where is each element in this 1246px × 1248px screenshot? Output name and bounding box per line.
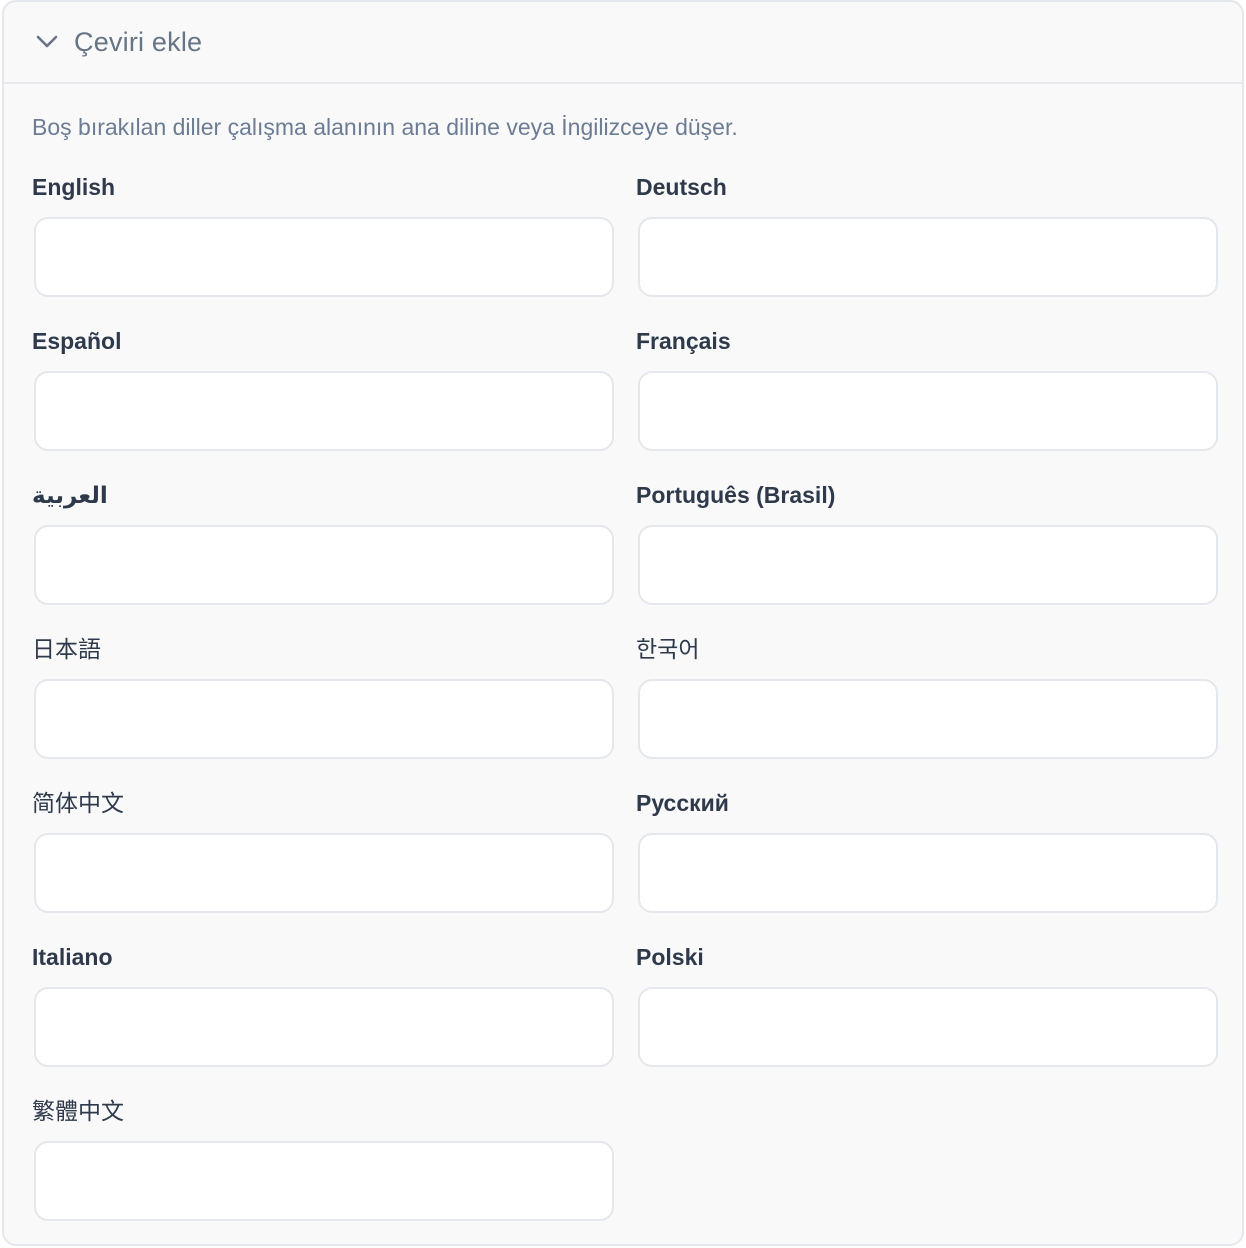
field-label-deutsch: Deutsch: [636, 174, 727, 200]
field-russian: Русский: [636, 773, 1218, 927]
deutsch-input[interactable]: [638, 217, 1218, 297]
chevron-down-icon[interactable]: [34, 29, 60, 55]
field-simplified-chinese: 简体中文: [32, 773, 614, 927]
field-label-korean: 한국어: [636, 636, 700, 662]
translations-panel: Çeviri ekle Boş bırakılan diller çalışma…: [2, 0, 1244, 1246]
field-label-traditional-chinese: 繁體中文: [32, 1098, 124, 1124]
field-portuguese-brazil: Português (Brasil): [636, 465, 1218, 619]
english-input[interactable]: [34, 217, 614, 297]
korean-input[interactable]: [638, 679, 1218, 759]
simplified-chinese-input[interactable]: [34, 833, 614, 913]
field-label-arabic: العربية: [32, 482, 108, 508]
japanese-input[interactable]: [34, 679, 614, 759]
francais-input[interactable]: [638, 371, 1218, 451]
field-label-simplified-chinese: 简体中文: [32, 790, 124, 816]
field-deutsch: Deutsch: [636, 157, 1218, 311]
translations-toggle[interactable]: Çeviri ekle: [4, 2, 1242, 84]
field-label-english: English: [32, 174, 116, 200]
traditional-chinese-input[interactable]: [34, 1141, 614, 1221]
field-polish: Polski: [636, 927, 1218, 1081]
field-espanol: Español: [32, 311, 614, 465]
field-korean: 한국어: [636, 619, 1218, 773]
translations-body: Boş bırakılan diller çalışma alanının an…: [4, 111, 1242, 1235]
polish-input[interactable]: [638, 987, 1218, 1067]
field-francais: Français: [636, 311, 1218, 465]
field-traditional-chinese: 繁體中文: [32, 1081, 614, 1235]
espanol-input[interactable]: [34, 371, 614, 451]
field-label-espanol: Español: [32, 328, 122, 354]
fallback-hint: Boş bırakılan diller çalışma alanının an…: [32, 114, 738, 140]
field-label-portuguese-brazil: Português (Brasil): [636, 482, 836, 508]
field-label-japanese: 日本語: [32, 636, 101, 662]
field-label-polish: Polski: [636, 944, 704, 970]
section-title: Çeviri ekle: [74, 26, 203, 57]
italian-input[interactable]: [34, 987, 614, 1067]
field-label-francais: Français: [636, 328, 731, 354]
field-english: English: [32, 157, 614, 311]
field-japanese: 日本語: [32, 619, 614, 773]
field-label-russian: Русский: [636, 790, 729, 816]
field-label-italian: Italiano: [32, 944, 113, 970]
translation-fields: English Deutsch Español Français العربية…: [32, 157, 1218, 1235]
field-arabic: العربية: [32, 465, 614, 619]
portuguese-brazil-input[interactable]: [638, 525, 1218, 605]
russian-input[interactable]: [638, 833, 1218, 913]
arabic-input[interactable]: [34, 525, 614, 605]
field-italian: Italiano: [32, 927, 614, 1081]
